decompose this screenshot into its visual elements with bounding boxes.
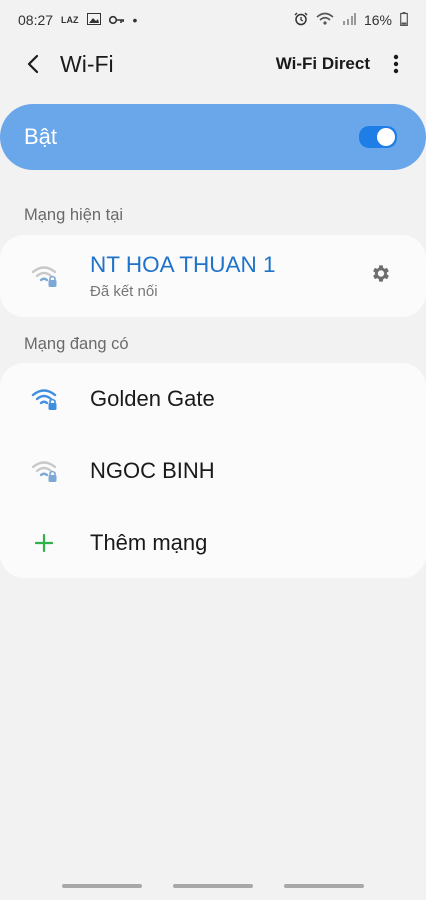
battery-icon bbox=[400, 11, 408, 29]
nav-home-hint[interactable] bbox=[173, 884, 253, 888]
app-header: Wi-Fi Wi-Fi Direct bbox=[0, 40, 426, 88]
wifi-full-locked-icon bbox=[31, 389, 57, 410]
signal-icon bbox=[342, 12, 356, 28]
lazada-notification-icon: LAZ bbox=[61, 15, 79, 25]
available-networks-card: Golden Gate NGOC BINH Thêm mạng bbox=[0, 363, 426, 578]
wifi-toggle-label: Bật bbox=[24, 124, 58, 149]
nav-recents-hint[interactable] bbox=[62, 884, 142, 888]
more-notifications-dot: • bbox=[132, 12, 138, 28]
status-right: 16% bbox=[294, 11, 408, 29]
available-networks-section-label: Mạng đang có bbox=[24, 335, 129, 353]
status-time: 08:27 bbox=[18, 12, 54, 28]
add-icon-slot bbox=[0, 534, 90, 552]
network-name: NGOC BINH bbox=[90, 458, 215, 483]
current-network-text: NT HOA THUAN 1 Đã kết nối bbox=[90, 252, 275, 300]
switch-knob bbox=[377, 128, 395, 146]
network-row-golden-gate[interactable]: Golden Gate bbox=[0, 363, 426, 435]
current-network-name: NT HOA THUAN 1 bbox=[90, 252, 276, 277]
back-button[interactable] bbox=[18, 49, 48, 79]
current-network-status: Đã kết nối bbox=[90, 283, 158, 300]
wifi-toggle-card[interactable]: Bật bbox=[0, 104, 426, 170]
wifi-direct-button[interactable]: Wi-Fi Direct bbox=[276, 54, 370, 74]
current-network-card: NT HOA THUAN 1 Đã kết nối bbox=[0, 235, 426, 317]
network-name: Golden Gate bbox=[90, 386, 215, 411]
network-icon-slot bbox=[0, 387, 90, 411]
current-network-icon-slot bbox=[0, 264, 90, 288]
wifi-status-icon bbox=[316, 12, 334, 29]
gesture-nav-bar bbox=[0, 860, 426, 900]
more-options-button[interactable] bbox=[384, 49, 408, 79]
image-notification-icon bbox=[86, 12, 101, 28]
network-row-ngoc-binh[interactable]: NGOC BINH bbox=[0, 435, 426, 507]
wifi-switch[interactable] bbox=[358, 125, 398, 149]
gear-icon bbox=[373, 265, 389, 282]
page-title: Wi-Fi bbox=[60, 50, 114, 77]
status-left: 08:27 LAZ • bbox=[18, 12, 137, 28]
back-arrow-icon bbox=[27, 54, 39, 74]
current-network-row[interactable]: NT HOA THUAN 1 Đã kết nối bbox=[0, 235, 426, 317]
network-settings-button[interactable] bbox=[370, 263, 392, 290]
current-network-section-label: Mạng hiện tại bbox=[24, 206, 124, 224]
alarm-icon bbox=[294, 12, 308, 29]
add-network-label: Thêm mạng bbox=[90, 530, 208, 555]
key-notification-icon bbox=[108, 12, 125, 28]
add-network-row[interactable]: Thêm mạng bbox=[0, 507, 426, 579]
nav-back-hint[interactable] bbox=[284, 884, 364, 888]
network-icon-slot bbox=[0, 459, 90, 483]
more-vertical-icon bbox=[393, 54, 399, 74]
wifi-weak-locked-icon bbox=[31, 461, 57, 482]
status-bar: 08:27 LAZ • 16% bbox=[0, 0, 426, 40]
plus-icon bbox=[35, 534, 53, 552]
battery-percent: 16% bbox=[363, 12, 392, 28]
wifi-weak-locked-icon bbox=[31, 266, 57, 287]
